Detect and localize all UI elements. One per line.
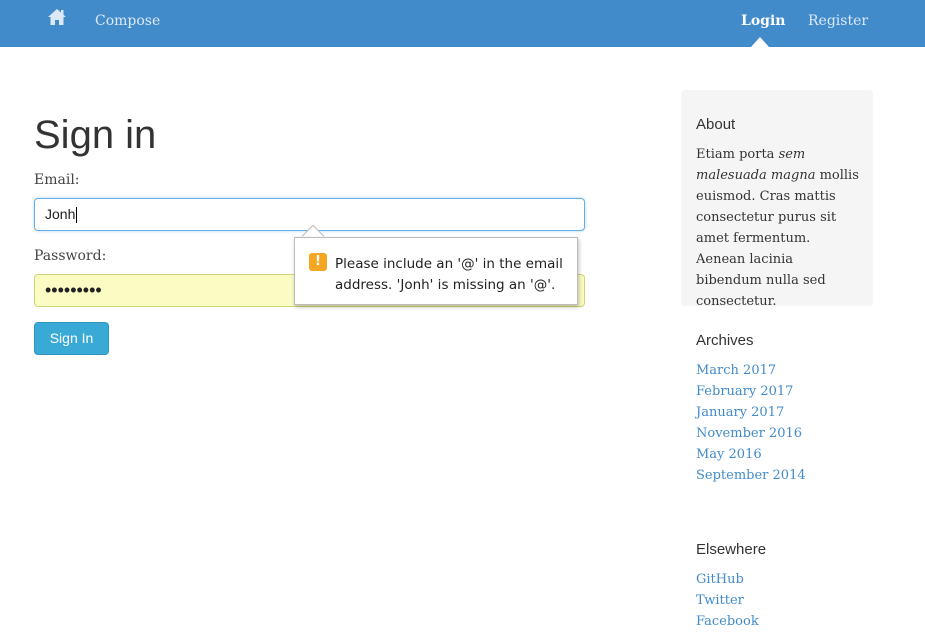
about-text-part2: mollis euismod. Cras mattis consectetur …	[696, 168, 859, 309]
archive-link[interactable]: May 2016	[696, 444, 806, 465]
nav-login-link[interactable]: Login	[741, 13, 785, 29]
github-link[interactable]: GitHub	[696, 569, 759, 590]
nav-register-link[interactable]: Register	[808, 13, 868, 29]
sign-in-button[interactable]: Sign In	[34, 322, 109, 355]
about-heading: About	[696, 116, 736, 133]
top-navbar: Compose Login Register	[0, 0, 925, 47]
archive-link[interactable]: January 2017	[696, 402, 806, 423]
validation-tooltip: ! Please include an '@' in the email add…	[294, 237, 578, 305]
facebook-link[interactable]: Facebook	[696, 611, 759, 632]
archive-link[interactable]: March 2017	[696, 360, 806, 381]
archive-link[interactable]: November 2016	[696, 423, 806, 444]
home-icon[interactable]	[47, 8, 67, 26]
text-cursor	[76, 207, 78, 224]
nav-compose-link[interactable]: Compose	[95, 13, 160, 29]
archive-link[interactable]: September 2014	[696, 465, 806, 486]
email-label: Email:	[34, 172, 80, 188]
password-label: Password:	[34, 248, 107, 264]
warning-icon: !	[309, 253, 327, 271]
about-text-part1: Etiam porta	[696, 147, 779, 162]
validation-message: Please include an '@' in the email addre…	[335, 256, 563, 293]
email-field[interactable]: Jonh	[34, 198, 585, 231]
elsewhere-list: GitHub Twitter Facebook	[696, 569, 759, 632]
archive-link[interactable]: February 2017	[696, 381, 806, 402]
archives-list: March 2017 February 2017 January 2017 No…	[696, 360, 806, 486]
password-value: •••••••••	[45, 280, 102, 300]
twitter-link[interactable]: Twitter	[696, 590, 759, 611]
email-value: Jonh	[45, 206, 76, 222]
elsewhere-heading: Elsewhere	[696, 541, 767, 558]
archives-heading: Archives	[696, 332, 754, 349]
active-nav-indicator	[751, 37, 769, 47]
about-text: Etiam porta sem malesuada magna mollis e…	[696, 144, 861, 312]
page-title: Sign in	[34, 113, 157, 157]
